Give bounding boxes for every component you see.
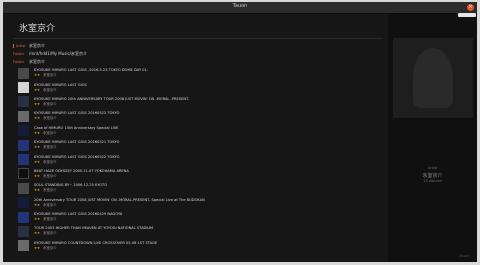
- star-icon: ★★: [34, 145, 41, 150]
- meta-row: Artist 氷室京介: [13, 42, 383, 50]
- artist-name: 氷室京介: [422, 173, 443, 179]
- app-window: Tauon × 氷室京介 Artist 氷室京介 Folder /mnt/hdd…: [3, 2, 477, 262]
- footer-text: Tauon: [459, 254, 469, 258]
- star-icon: ★★: [34, 130, 41, 135]
- star-icon: ★★: [34, 116, 41, 121]
- album-list: KYOSUKE HIMURO LAST GIGS -2016.5.23 TOKY…: [13, 66, 383, 253]
- album-thumbnail: [18, 225, 29, 237]
- meta-key: Folder: [13, 60, 25, 64]
- star-icon: ★★: [34, 245, 41, 250]
- close-icon[interactable]: ×: [467, 4, 474, 11]
- album-artist: 氷室京介: [43, 202, 57, 207]
- album-artist: 氷室京介: [43, 231, 57, 236]
- album-artist: 氷室京介: [43, 87, 57, 92]
- star-icon: ★★: [34, 101, 41, 106]
- album-thumbnail: [18, 211, 29, 223]
- album-thumbnail: [18, 197, 29, 209]
- window-title: Tauon: [232, 3, 248, 9]
- album-thumbnail: [18, 82, 29, 94]
- album-artist: 氷室京介: [43, 159, 57, 164]
- star-icon: ★★: [34, 217, 41, 222]
- meta-key: Artist: [13, 44, 29, 48]
- meta-key: Folder: [13, 52, 25, 56]
- list-item[interactable]: BEAT HAZE ODYSSEY 2000.11.07 YOKOHAMA AR…: [13, 167, 383, 181]
- meta-row: Folder 氷室京介: [13, 58, 383, 66]
- star-icon: ★★: [34, 202, 41, 207]
- album-artist: 氷室京介: [43, 188, 57, 193]
- meta-value[interactable]: /mnt/hdd1/My Music/氷室京介: [29, 51, 87, 57]
- page-title: 氷室京介: [19, 24, 56, 34]
- album-thumbnail: [18, 110, 29, 122]
- main-content: 氷室京介 Artist 氷室京介 Folder /mnt/hdd1/My Mus…: [3, 14, 388, 262]
- album-artist: 氷室京介: [43, 73, 57, 78]
- album-count: 13 albums: [423, 179, 442, 183]
- album-thumbnail: [18, 182, 29, 194]
- star-icon: ★★: [34, 73, 41, 78]
- album-thumbnail: [18, 168, 29, 180]
- list-item[interactable]: KYOSUKE HIMURO 20th ANNIVERSARY TOUR 200…: [13, 95, 383, 109]
- meta-value[interactable]: 氷室京介: [29, 43, 45, 49]
- album-thumbnail: [18, 154, 29, 166]
- list-item[interactable]: KYOSUKE HIMURO LAST GIGS 20160521 TOKYO ★…: [13, 138, 383, 152]
- list-item[interactable]: KYOSUKE HIMURO LAST GIGS 20160522 TOKYO ★…: [13, 152, 383, 166]
- list-item[interactable]: KYOSUKE HIMURO LAST GIGS -2016.5.23 TOKY…: [13, 66, 383, 80]
- album-artist: 氷室京介: [43, 130, 57, 135]
- star-icon: ★★: [34, 188, 41, 193]
- album-thumbnail: [18, 240, 29, 252]
- album-artist: 氷室京介: [43, 245, 57, 250]
- album-artist: 氷室京介: [43, 116, 57, 121]
- list-item[interactable]: 20th Anniversary TOUR 2008 JUST MOVIN' O…: [13, 196, 383, 210]
- album-thumbnail: [18, 125, 29, 137]
- search-input[interactable]: [458, 13, 476, 17]
- list-item[interactable]: KYOSUKE HIMURO LAST GIGS ★★ 氷室京介: [13, 80, 383, 94]
- list-item[interactable]: TOUR 2003 HIGHER THAN HEAVEN AT YOYOGI N…: [13, 224, 383, 238]
- divider: [13, 38, 383, 39]
- album-thumbnail: [18, 67, 29, 79]
- list-item[interactable]: SOUL STANDING BY~ 2006.12.25 KYOTO ★★ 氷室京介: [13, 181, 383, 195]
- album-artist: 氷室京介: [43, 145, 57, 150]
- star-icon: ★★: [34, 173, 41, 178]
- meta-row: Folder /mnt/hdd1/My Music/氷室京介: [13, 50, 383, 58]
- star-icon: ★★: [34, 159, 41, 164]
- artist-side-panel: Artist 氷室京介 13 albums Tauon: [388, 14, 477, 262]
- album-artist: 氷室京介: [43, 217, 57, 222]
- artist-image: [393, 38, 473, 118]
- album-thumbnail: [18, 139, 29, 151]
- meta-value[interactable]: 氷室京介: [29, 59, 45, 65]
- album-thumbnail: [18, 96, 29, 108]
- album-artist: 氷室京介: [43, 173, 57, 178]
- star-icon: ★★: [34, 87, 41, 92]
- list-item[interactable]: Case of HIMURO 15th Anniversary Special …: [13, 124, 383, 138]
- meta-panel: Artist 氷室京介 Folder /mnt/hdd1/My Music/氷室…: [13, 42, 383, 66]
- list-item[interactable]: KYOSUKE HIMURO COUNTDOWN LIVE CROSSOVER …: [13, 239, 383, 253]
- album-artist: 氷室京介: [43, 101, 57, 106]
- title-bar: Tauon ×: [3, 2, 477, 14]
- star-icon: ★★: [34, 231, 41, 236]
- list-item[interactable]: KYOSUKE HIMURO LAST GIGS 20160429 NAGOYA…: [13, 210, 383, 224]
- artist-label: Artist: [427, 166, 438, 170]
- list-item[interactable]: KYOSUKE HIMURO LAST GIGS 20160523 TOKYO ★…: [13, 109, 383, 123]
